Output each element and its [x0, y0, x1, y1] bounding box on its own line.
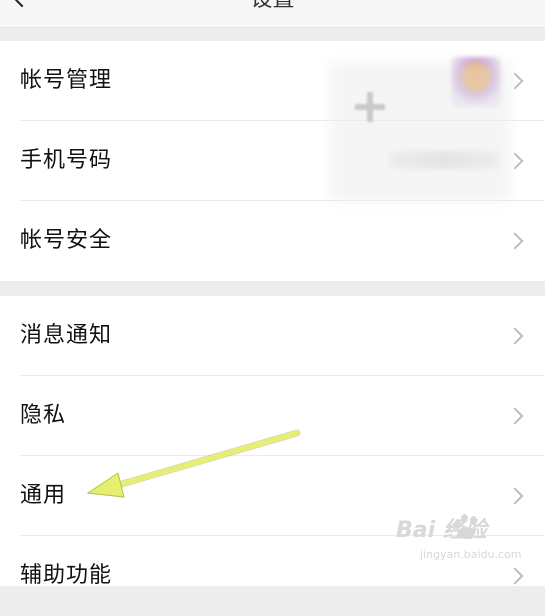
chevron-right-icon	[506, 567, 524, 585]
settings-row-privacy[interactable]: 隐私	[0, 376, 545, 456]
watermark-brand: Bai 经验	[396, 518, 487, 543]
watermark-url: jingyan.baidu.com	[420, 548, 522, 561]
row-label: 消息通知	[20, 323, 113, 348]
settings-row-account-security[interactable]: 帐号安全	[0, 201, 545, 281]
chevron-right-icon	[506, 487, 524, 505]
row-label: 隐私	[20, 403, 67, 428]
row-label: 辅助功能	[20, 563, 113, 588]
chevron-right-icon	[506, 232, 524, 250]
row-label: 帐号安全	[20, 228, 113, 253]
chevron-right-icon	[506, 407, 524, 425]
settings-row-notifications[interactable]: 消息通知	[0, 296, 545, 376]
watermark: Bai 经验 jingyan.baidu.com	[396, 512, 536, 568]
page-title: 设置	[0, 0, 545, 12]
blur-overlay	[330, 62, 510, 202]
nav-bar: 设置	[0, 0, 545, 28]
chevron-right-icon	[506, 327, 524, 345]
row-label: 通用	[20, 483, 67, 508]
row-label: 帐号管理	[20, 68, 113, 93]
plus-icon	[355, 92, 385, 122]
row-label: 手机号码	[20, 148, 113, 173]
